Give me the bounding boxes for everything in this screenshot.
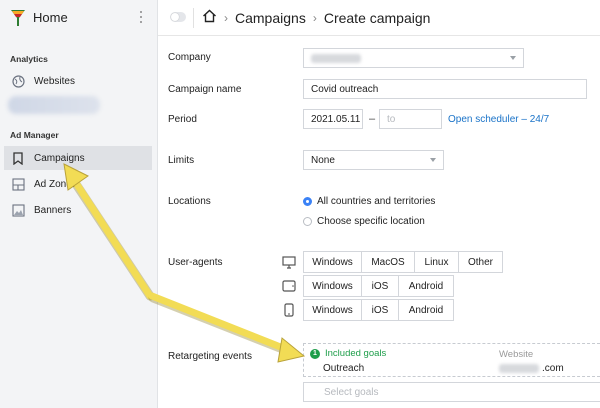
brand-bar[interactable]: Home [0,0,158,36]
sidebar-item-label: Campaigns [34,152,85,164]
sidebar-item-campaigns[interactable]: Campaigns [4,146,152,170]
tablet-icon [282,279,296,293]
image-icon [11,203,25,217]
breadcrumb-separator: › [312,10,317,25]
ua-tablet-android[interactable]: Android [398,275,454,297]
grid-icon [11,177,25,191]
select-goals-input[interactable]: Select goals [303,382,600,402]
ua-tablet-windows[interactable]: Windows [303,275,362,297]
radio-label-specific-location[interactable]: Choose specific location [317,216,425,227]
ua-tablet-ios[interactable]: iOS [361,275,399,297]
company-select[interactable] [303,48,524,68]
redacted-site-item[interactable] [8,96,100,114]
radio-label-all-countries[interactable]: All countries and territories [317,196,435,207]
included-goals-box: 1 Included goals Website Outreach .com [303,343,600,377]
included-goals-title: Included goals [325,348,387,359]
website-column-header: Website [499,349,534,360]
retargeting-label: Retargeting events [168,351,252,362]
ua-row-desktop: Windows MacOS Linux Other [303,251,503,273]
top-bar: › Campaigns › Create campaign [158,0,600,36]
ua-mobile-ios[interactable]: iOS [361,299,399,321]
ua-row-mobile: Windows iOS Android [303,299,454,321]
sidebar-item-label: Ad Zones [34,178,77,190]
goal-name[interactable]: Outreach [323,363,364,374]
sidebar-item-banners[interactable]: Banners [4,198,152,222]
section-label-ad-manager: Ad Manager [10,130,59,140]
bookmark-icon [11,151,25,165]
chevron-down-icon [510,56,516,60]
campaign-name-label: Campaign name [168,84,242,95]
period-separator: – [369,113,376,125]
app-logo-icon [11,10,25,26]
company-label: Company [168,52,211,63]
period-end-input[interactable]: to [379,109,442,129]
divider [193,8,194,28]
goals-count-badge: 1 [310,348,320,359]
sidebar-toggle[interactable] [170,12,186,22]
section-label-analytics: Analytics [10,54,48,64]
breadcrumb-campaigns[interactable]: Campaigns [235,10,306,26]
ua-mobile-android[interactable]: Android [398,299,454,321]
more-menu-icon[interactable] [136,9,146,25]
sidebar: Home Analytics Websites Ad Manager Campa… [0,0,158,408]
ua-row-tablet: Windows iOS Android [303,275,454,297]
period-label: Period [168,114,197,125]
home-icon[interactable] [202,9,217,26]
ua-desktop-linux[interactable]: Linux [414,251,459,273]
ua-mobile-windows[interactable]: Windows [303,299,362,321]
ua-desktop-windows[interactable]: Windows [303,251,362,273]
user-agents-label: User-agents [168,257,223,268]
limits-label: Limits [168,155,195,166]
radio-specific-location[interactable] [303,217,312,226]
globe-icon [11,74,25,88]
brand-title[interactable]: Home [33,10,68,25]
goal-website-suffix: .com [542,363,564,374]
breadcrumb: › Campaigns › Create campaign [202,9,430,26]
sidebar-item-label: Websites [34,75,75,87]
ua-desktop-other[interactable]: Other [458,251,503,273]
redacted-company [311,54,361,63]
sidebar-item-ad-zones[interactable]: Ad Zones [4,172,152,196]
redacted-domain [499,364,539,373]
limits-value: None [311,154,335,166]
mobile-icon [282,303,296,317]
limits-select[interactable]: None [303,150,444,170]
desktop-icon [282,255,296,269]
breadcrumb-separator: › [224,10,228,25]
sidebar-item-websites[interactable]: Websites [4,69,152,93]
chevron-down-icon [430,158,436,162]
page-title: Create campaign [323,9,431,26]
radio-all-countries[interactable] [303,197,312,206]
arrow-head-right-icon [277,337,306,363]
locations-label: Locations [168,196,211,207]
campaign-name-input[interactable]: Covid outreach [303,79,587,99]
ua-desktop-macos[interactable]: MacOS [361,251,415,273]
sidebar-item-label: Banners [34,204,72,216]
period-start-input[interactable]: 2021.05.11 [303,109,363,129]
open-scheduler-link[interactable]: Open scheduler – 24/7 [448,114,549,125]
included-goals-header: 1 Included goals [310,348,386,359]
